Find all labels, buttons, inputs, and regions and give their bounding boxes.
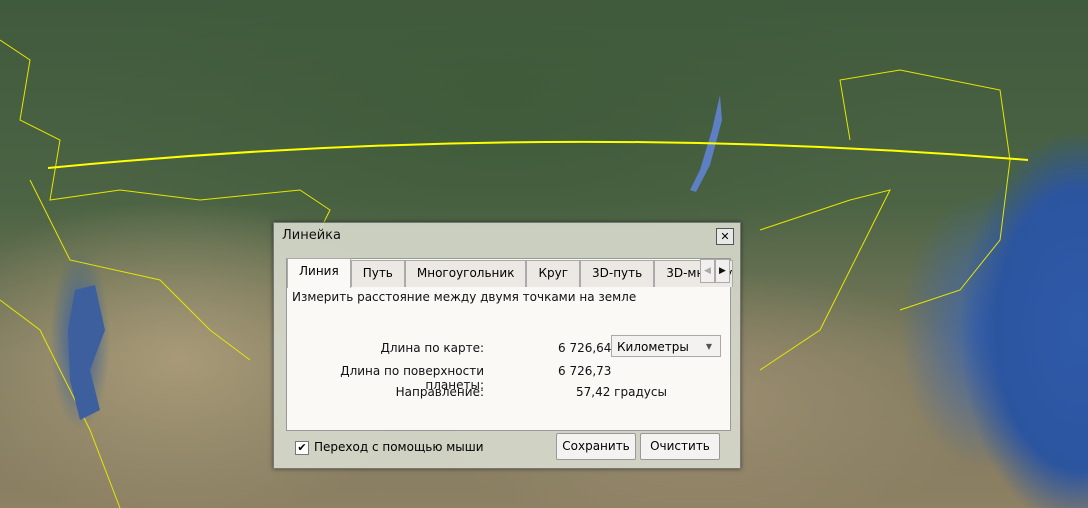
save-button[interactable]: Сохранить	[556, 433, 636, 460]
heading-value: 57,42 градусы	[576, 385, 667, 399]
unit-value: Километры	[617, 340, 689, 354]
unit-dropdown[interactable]: Километры ▼	[611, 335, 721, 357]
tab-path[interactable]: Путь	[350, 260, 405, 287]
map-length-label: Длина по карте:	[380, 341, 485, 355]
tab-description: Измерить расстояние между двумя точками …	[292, 290, 637, 304]
chevron-down-icon: ▼	[705, 342, 712, 351]
ruler-dialog: Линейка ✕ Линия Путь Многоугольник Круг …	[273, 222, 741, 469]
dialog-title: Линейка	[282, 228, 341, 243]
tab-scroll-right-icon[interactable]: ▶	[715, 259, 730, 283]
mouse-nav-label[interactable]: Переход с помощью мыши	[314, 440, 484, 454]
surface-length-value: 6 726,73	[558, 364, 612, 378]
mouse-nav-checkbox[interactable]: ✔	[295, 441, 309, 455]
tab-circle[interactable]: Круг	[526, 260, 580, 287]
tab-scroll-left-icon[interactable]: ◀	[700, 259, 715, 283]
close-button[interactable]: ✕	[716, 228, 734, 245]
map-length-value: 6 726,64	[558, 341, 612, 355]
caspian-sea	[68, 285, 105, 420]
tab-line[interactable]: Линия	[287, 258, 351, 288]
measure-line	[47, 140, 1029, 169]
tab-3d-path[interactable]: 3D-путь	[580, 260, 655, 287]
tab-polygon[interactable]: Многоугольник	[404, 260, 527, 287]
heading-label: Направление:	[395, 385, 484, 399]
clear-button[interactable]: Очистить	[640, 433, 720, 460]
tab-bar: Линия Путь Многоугольник Круг 3D-путь 3D…	[287, 258, 734, 288]
